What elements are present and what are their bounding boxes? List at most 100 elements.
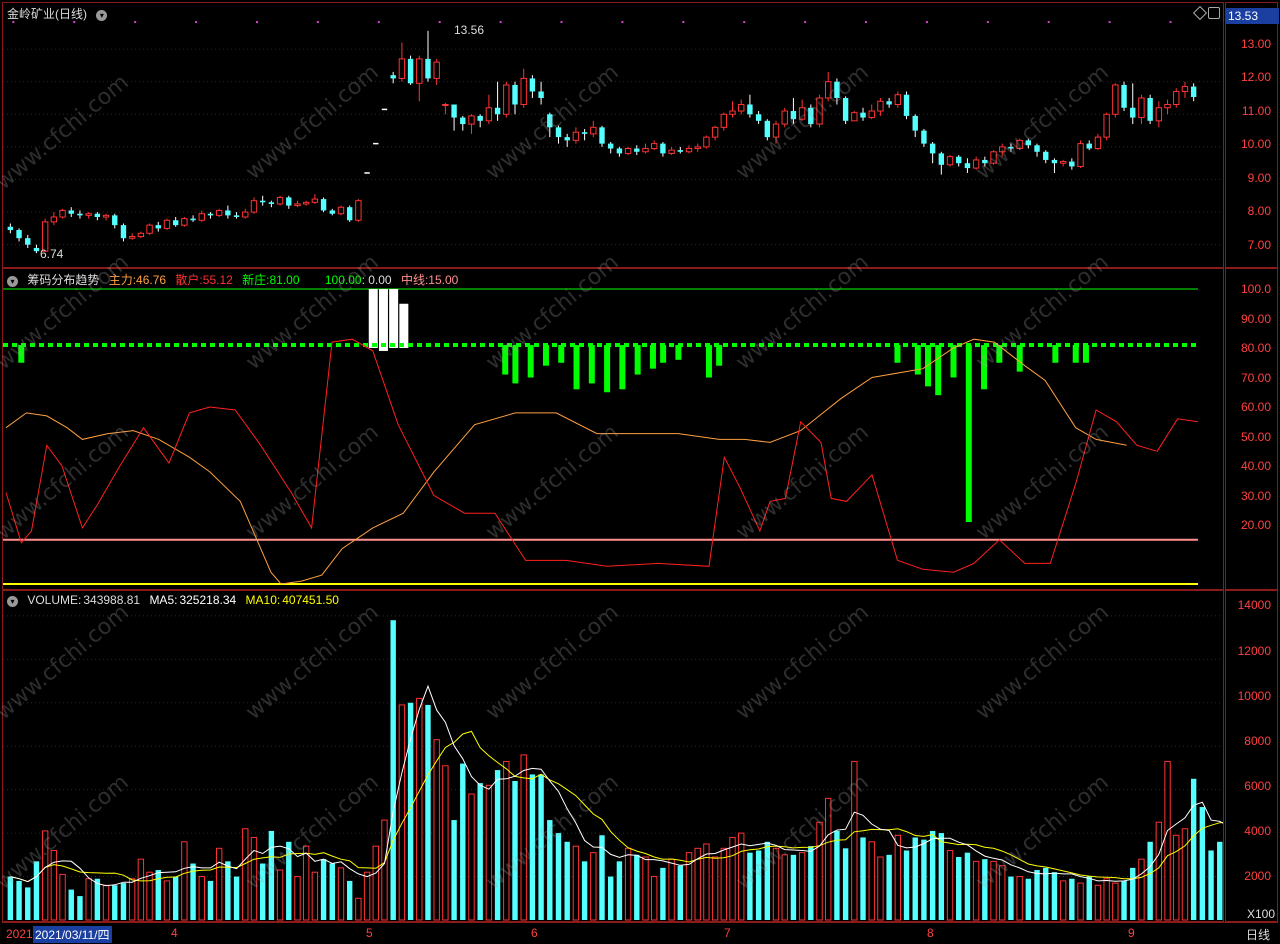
marker-dot xyxy=(255,21,258,23)
candle-body xyxy=(485,107,493,122)
cursor-date-badge: 2021/03/11/四 xyxy=(33,926,112,943)
volume-bar xyxy=(302,845,310,921)
volume-bar xyxy=(468,793,475,921)
panel-toggle-icon[interactable] xyxy=(1208,7,1220,19)
candle-body xyxy=(894,94,902,106)
volume-bar xyxy=(416,697,423,921)
date-axis: 2021 2021/03/11/四 日线 xyxy=(2,922,1278,943)
candle-body xyxy=(555,127,562,138)
marker-dot xyxy=(1169,21,1172,23)
period-label[interactable]: 日线 xyxy=(1246,926,1270,943)
volume-bar xyxy=(903,850,910,920)
candle-body xyxy=(703,136,710,148)
indicator-tick: 100.0 xyxy=(1240,282,1271,296)
candle-body xyxy=(1173,90,1180,106)
candle-body xyxy=(311,198,319,203)
volume-bar xyxy=(1043,867,1049,920)
candle-body xyxy=(1147,97,1153,121)
xinzhuang-bar xyxy=(1052,345,1059,363)
candle-body xyxy=(624,148,632,154)
candle-body xyxy=(903,94,910,116)
price-header: 金岭矿业(日线) ▾ xyxy=(7,5,113,22)
sanhu-line xyxy=(5,338,1199,573)
candle-body xyxy=(608,143,614,149)
price-chart xyxy=(3,21,1223,254)
volume-bar xyxy=(921,839,927,920)
volume-tick: 6000 xyxy=(1244,779,1271,793)
candle-body xyxy=(207,213,214,216)
chevron-down-icon[interactable]: ▾ xyxy=(96,10,108,21)
candle-body xyxy=(764,120,771,138)
white-bar xyxy=(399,303,409,348)
candle-body xyxy=(990,151,997,164)
volume-bar xyxy=(1077,882,1084,921)
volume-bar xyxy=(1138,858,1145,921)
candle-body xyxy=(416,58,423,84)
volume-bar xyxy=(999,865,1006,921)
candle-body xyxy=(16,230,22,239)
volume-bar xyxy=(250,836,258,921)
volume-bar xyxy=(624,847,632,921)
volume-bar xyxy=(764,841,771,920)
chevron-down-icon[interactable]: ▾ xyxy=(7,276,18,287)
candle-body xyxy=(720,113,728,128)
candle-body xyxy=(1059,161,1067,164)
candle-body xyxy=(33,247,40,252)
candle-body xyxy=(694,146,701,150)
volume-bar xyxy=(485,784,493,921)
candle-body xyxy=(112,215,118,226)
volume-bar xyxy=(912,837,918,920)
volume-bar xyxy=(982,859,988,920)
marker-dot xyxy=(986,21,989,23)
candle-body xyxy=(1155,107,1163,122)
volume-bar xyxy=(1217,841,1223,920)
candle-body xyxy=(94,213,101,217)
volume-bar xyxy=(677,865,684,920)
candle-body xyxy=(163,219,171,229)
candle-body xyxy=(1121,84,1127,108)
marker-dot xyxy=(377,21,380,23)
candle-body xyxy=(398,58,406,79)
volume-bar xyxy=(747,852,753,920)
xinzhuang-bar xyxy=(18,345,25,363)
candle-body xyxy=(1016,139,1023,150)
volume-bar xyxy=(146,871,153,921)
xinzhuang-bar xyxy=(705,345,712,378)
volume-bar xyxy=(41,830,49,921)
price-tick: 7.00 xyxy=(1247,238,1271,252)
zhuli-line xyxy=(5,338,1127,585)
candle-body xyxy=(1034,145,1040,152)
candle-body xyxy=(442,104,449,107)
volume-bar xyxy=(494,770,501,920)
xinzhuang-bar xyxy=(634,345,641,375)
candle-body xyxy=(337,206,345,215)
xinzhuang-bar xyxy=(1072,345,1079,363)
indicator-tick: 50.00 xyxy=(1240,430,1271,444)
candle-body xyxy=(851,112,858,122)
volume-bar xyxy=(503,760,510,921)
chevron-down-icon[interactable]: ▾ xyxy=(7,596,18,607)
xinzhuang-bar xyxy=(542,345,549,366)
candle-body xyxy=(564,137,570,141)
volume-bar xyxy=(329,863,335,920)
candle-body xyxy=(581,132,588,134)
candle-body xyxy=(68,210,74,214)
candle-body xyxy=(877,100,884,112)
zhuli-value: 46.76 xyxy=(136,273,167,287)
volume-bar xyxy=(372,845,379,921)
candle-body xyxy=(50,216,58,223)
candle-body xyxy=(494,107,501,115)
candle-body xyxy=(477,115,483,121)
price-tick: 8.00 xyxy=(1247,204,1271,218)
volume-bar xyxy=(242,828,249,921)
candle-body xyxy=(294,203,301,207)
month-tick: 4 xyxy=(171,926,178,940)
value-0: : 0.00 xyxy=(361,273,392,287)
volume-bar xyxy=(755,850,762,920)
ma10-label: MA10: xyxy=(245,593,281,607)
volume-bar xyxy=(790,854,797,920)
candle-body xyxy=(460,117,466,125)
marker-dot xyxy=(804,21,807,23)
volume-bar xyxy=(233,876,240,920)
volume-bar xyxy=(137,858,145,921)
